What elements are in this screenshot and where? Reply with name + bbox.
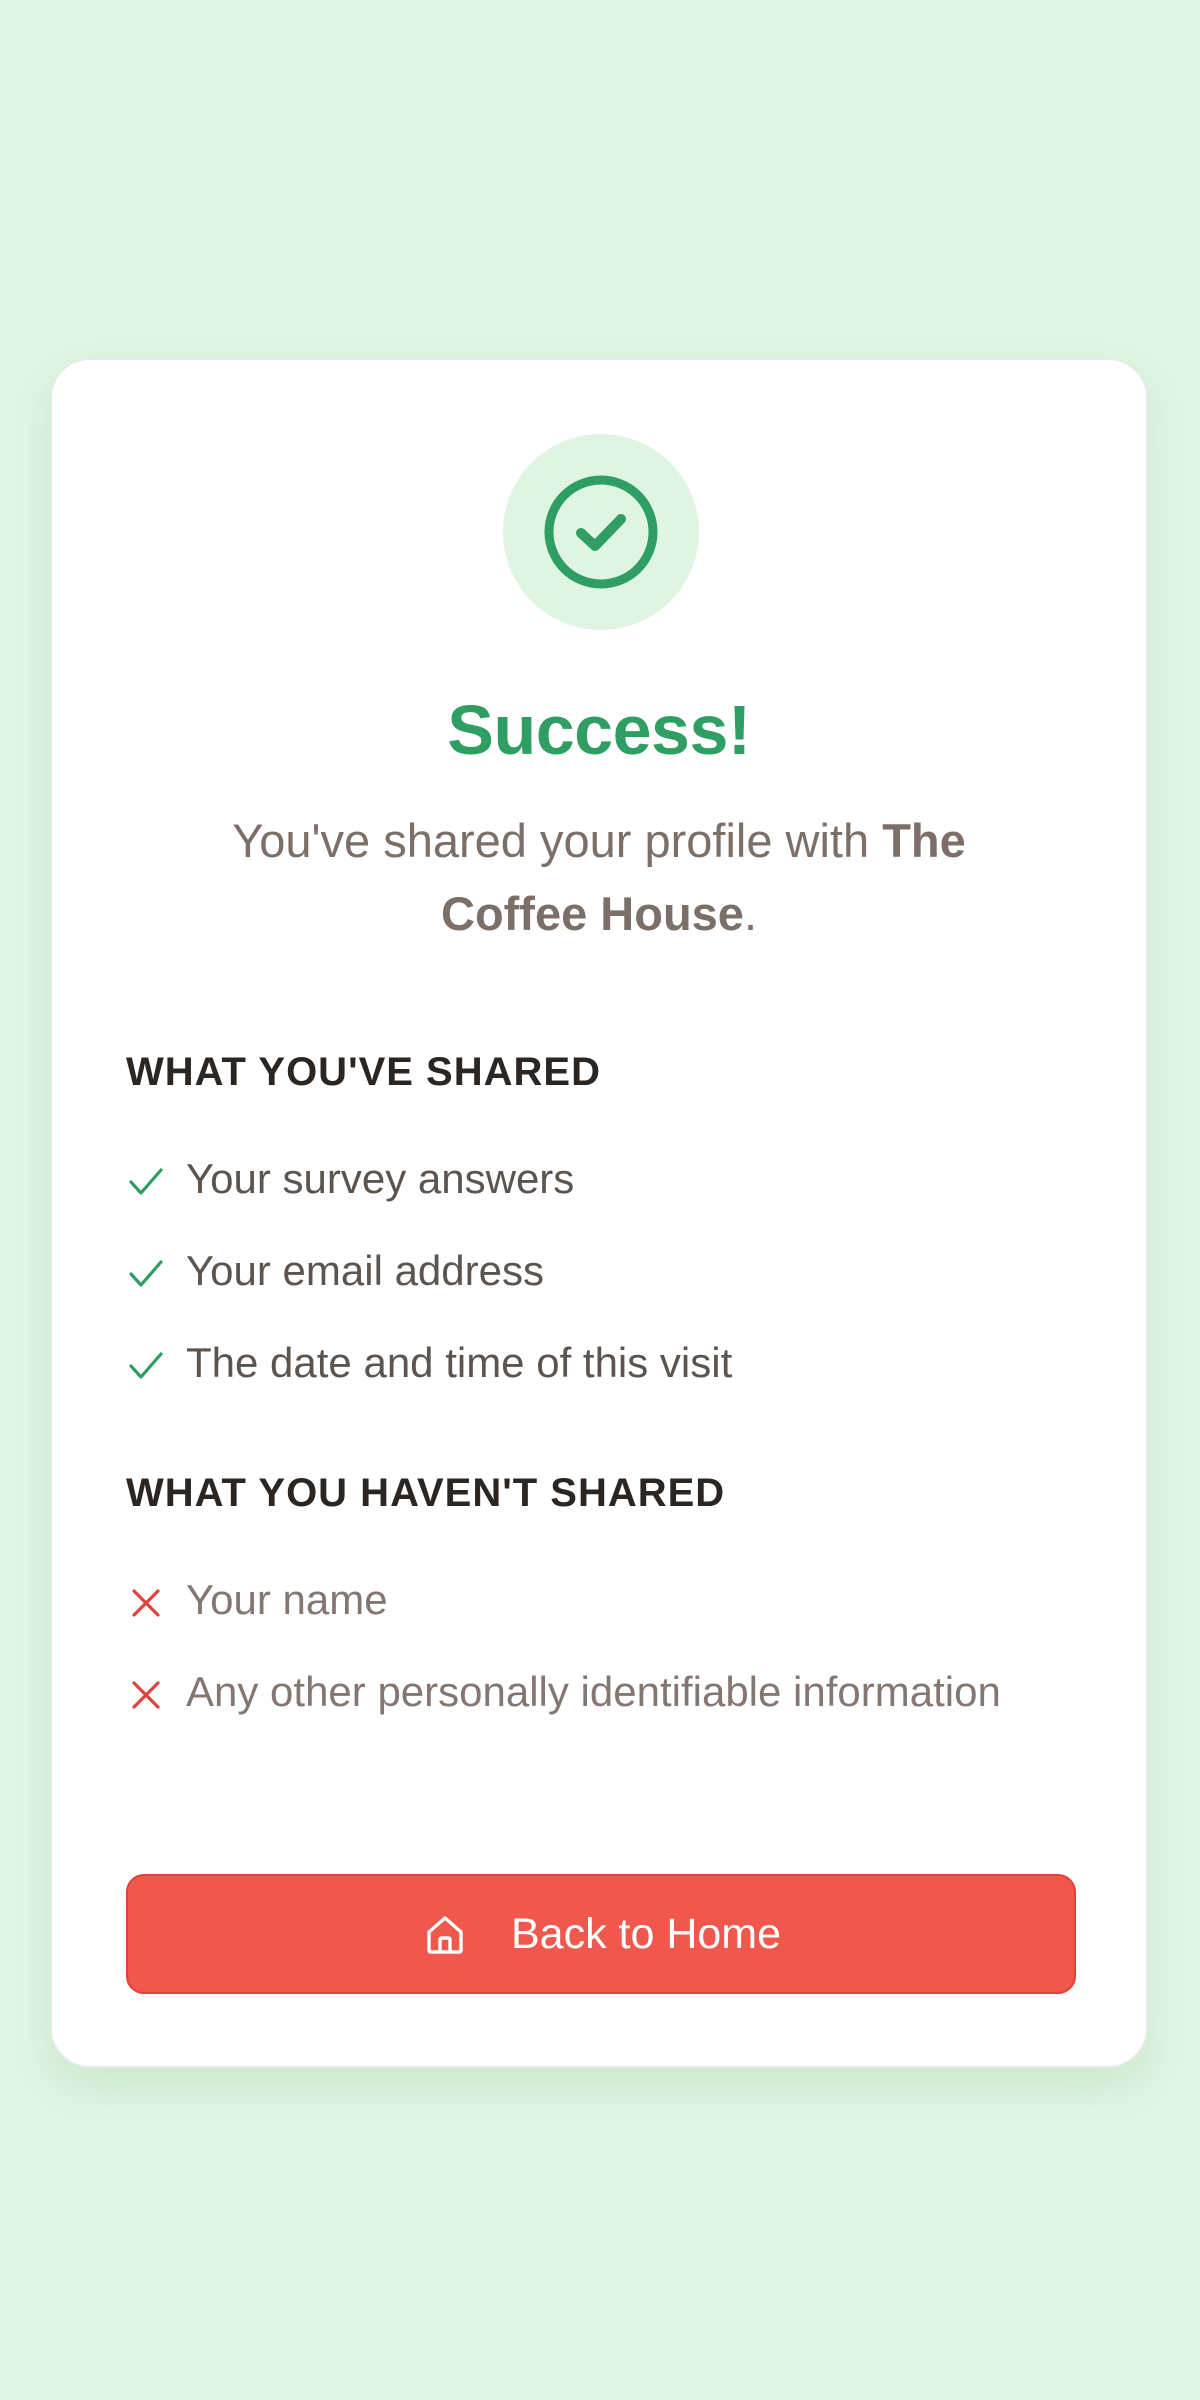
check-circle-icon xyxy=(544,475,658,589)
page-title: Success! xyxy=(447,691,751,769)
success-card: Success! You've shared your profile with… xyxy=(50,358,1148,2068)
subtitle-end: . xyxy=(743,887,757,940)
back-to-home-label: Back to Home xyxy=(510,1909,782,1958)
not-shared-item-label: Your name xyxy=(186,1576,388,1623)
list-item: Your name xyxy=(126,1569,1072,1630)
checkmark-icon xyxy=(126,1240,186,1301)
shared-list: Your survey answers Your email address T… xyxy=(126,1148,1072,1424)
back-to-home-button[interactable]: Back to Home xyxy=(126,1874,1076,1994)
home-icon xyxy=(427,1916,463,1954)
checkmark-icon xyxy=(126,1332,186,1393)
not-shared-heading: WHAT YOU HAVEN'T SHARED xyxy=(126,1471,726,1515)
list-item: The date and time of this visit xyxy=(126,1332,1072,1424)
cross-icon xyxy=(126,1569,186,1630)
checkmark-icon xyxy=(126,1148,186,1209)
not-shared-list: Your name Any other personally identifia… xyxy=(126,1569,1072,1722)
list-item: Your survey answers xyxy=(126,1148,1072,1240)
shared-item-label: Your email address xyxy=(186,1247,544,1294)
not-shared-item-label: Any other personally identifiable inform… xyxy=(186,1668,1001,1715)
success-badge xyxy=(503,434,699,630)
shared-heading: WHAT YOU'VE SHARED xyxy=(126,1050,601,1094)
subtitle-text: You've shared your profile with xyxy=(232,814,883,867)
list-item: Any other personally identifiable inform… xyxy=(126,1661,1072,1722)
shared-item-label: The date and time of this visit xyxy=(186,1339,733,1386)
list-item: Your email address xyxy=(126,1240,1072,1332)
page-subtitle: You've shared your profile with The Coff… xyxy=(172,804,1026,950)
shared-item-label: Your survey answers xyxy=(186,1155,575,1202)
cross-icon xyxy=(126,1661,186,1722)
